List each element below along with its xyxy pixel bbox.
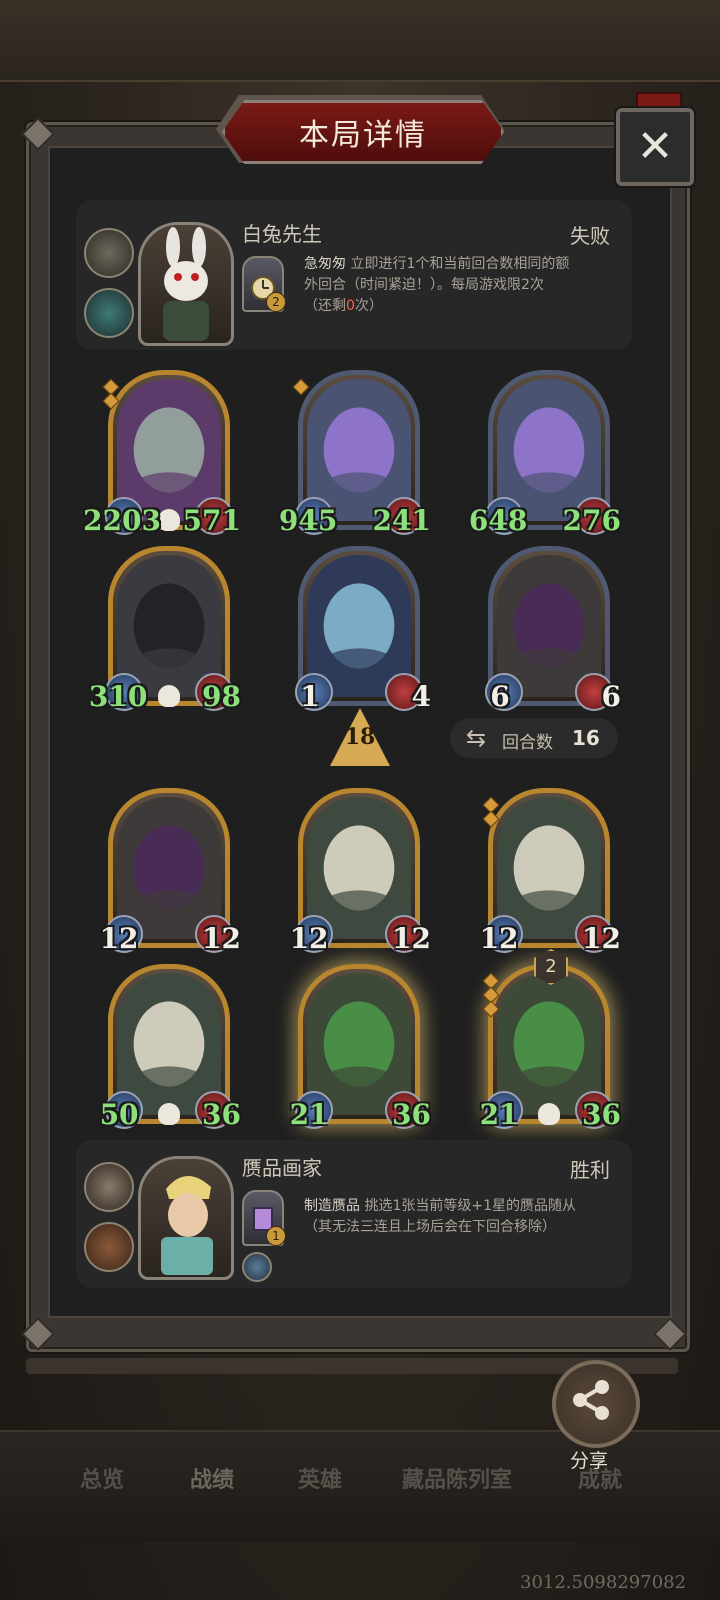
- hero-power-text: 立即进行1个和当前回合数相同的额: [346, 256, 570, 272]
- minion-health: 98: [202, 680, 241, 713]
- skull-icon: [158, 509, 180, 531]
- player-minion-card[interactable]: 12 12: [100, 788, 241, 955]
- trinket-icon[interactable]: [84, 228, 134, 278]
- tab-heroes[interactable]: 英雄: [298, 1462, 342, 1494]
- opponent-name: 白兔先生: [242, 222, 322, 246]
- minion-attack: 21: [289, 1098, 329, 1131]
- page-title: 本局详情: [299, 118, 427, 153]
- hero-power-text: （其无法三连且上场后会在下回合移除）: [304, 1219, 556, 1235]
- minion-health: 36: [392, 1098, 431, 1131]
- hero-power-level: 2: [266, 292, 286, 312]
- player-minion-card[interactable]: 2 21 36: [480, 949, 621, 1131]
- minion-health: 4: [411, 680, 431, 713]
- remaining-count: 0: [346, 298, 355, 314]
- share-icon: [573, 1380, 609, 1420]
- minion-health: 36: [202, 1098, 241, 1131]
- minion-attack: 12: [99, 922, 139, 955]
- close-icon: ✕: [636, 121, 674, 172]
- player-minion-card[interactable]: 21 36: [290, 964, 431, 1131]
- refresh-icon: ⇆: [466, 724, 487, 752]
- tab-records[interactable]: 战绩: [190, 1462, 234, 1494]
- round-value: 16: [572, 726, 600, 750]
- minion-attack: 310: [88, 680, 148, 713]
- opponent-minion-card[interactable]: 2203 571: [83, 370, 241, 537]
- trinket-icon[interactable]: [84, 1162, 134, 1212]
- hero-power-description: 急匆匆 立即进行1个和当前回合数相同的额 外回合（时间紧迫！）。每局游戏限2次 …: [304, 254, 624, 317]
- hero-portrait-painter[interactable]: [138, 1156, 234, 1280]
- minion-health: 12: [202, 922, 241, 955]
- hero-power-text: 外回合（时间紧迫！）。每局游戏限2次: [304, 277, 544, 293]
- minion-health: 571: [182, 504, 241, 537]
- round-label: 回合数: [502, 733, 553, 753]
- minion-attack: 50: [99, 1098, 139, 1131]
- opponent-minion-card[interactable]: 66: [485, 546, 621, 713]
- minion-health: 36: [582, 1098, 621, 1131]
- hero-power-description: 制造赝品 挑选1张当前等级+1星的赝品随从 （其无法三连且上场后会在下回合移除）: [304, 1196, 634, 1238]
- hero-power-level: 1: [266, 1226, 286, 1246]
- share-button[interactable]: [552, 1360, 640, 1448]
- tier-value: 18: [344, 724, 376, 750]
- hero-power-title: 制造赝品: [304, 1198, 360, 1214]
- hero-power-text: 挑选1张当前等级+1星的赝品随从: [360, 1198, 576, 1214]
- minion-health: 12: [392, 922, 431, 955]
- rabbit-art: [163, 227, 209, 341]
- hero-power-text: （还剩: [304, 298, 346, 314]
- skull-icon: [538, 1103, 560, 1125]
- title-banner: 本局详情: [222, 100, 504, 164]
- minion-attack: 12: [479, 922, 519, 955]
- minion-attack: 2203: [83, 504, 161, 537]
- trinket-icon[interactable]: [84, 1222, 134, 1272]
- minion-attack: 21: [479, 1098, 519, 1131]
- minion-attack: 1: [300, 680, 320, 713]
- trinket-icon[interactable]: [84, 288, 134, 338]
- top-bar: [0, 0, 720, 82]
- opponent-minion-card[interactable]: 945 241: [279, 370, 431, 537]
- minion-attack: 945: [278, 504, 338, 537]
- painter-art: [161, 1175, 213, 1275]
- skull-icon: [158, 1103, 180, 1125]
- opponent-minion-card[interactable]: 310 98: [89, 546, 241, 713]
- hero-power-text: 次）: [354, 298, 383, 314]
- player-minion-card[interactable]: 12 12: [480, 788, 621, 955]
- close-button[interactable]: ✕: [616, 108, 694, 186]
- minion-health: 241: [372, 504, 431, 537]
- skull-icon: [158, 685, 180, 707]
- minion-attack: 648: [468, 504, 528, 537]
- player-name: 赝品画家: [242, 1156, 322, 1180]
- hero-power-title: 急匆匆: [304, 256, 346, 272]
- minion-attack: 6: [490, 680, 510, 713]
- coordinate-readout: 3012.5098297082: [520, 1572, 687, 1593]
- minion-health: 12: [582, 922, 621, 955]
- tab-overview[interactable]: 总览: [80, 1462, 124, 1494]
- opponent-minion-card[interactable]: 648 276: [469, 370, 621, 537]
- minion-health: 276: [562, 504, 621, 537]
- sword-icon[interactable]: [242, 1252, 272, 1282]
- opponent-result: 失败: [570, 224, 610, 248]
- share-label: 分享: [570, 1450, 609, 1472]
- tab-collection[interactable]: 藏品陈列室: [402, 1462, 512, 1494]
- player-minion-card[interactable]: 50 36: [100, 964, 241, 1131]
- opponent-minion-card[interactable]: 14: [295, 546, 431, 713]
- minion-health: 6: [601, 680, 621, 713]
- player-result: 胜利: [570, 1158, 610, 1182]
- minion-attack: 12: [289, 922, 329, 955]
- player-minion-card[interactable]: 12 12: [290, 788, 431, 955]
- hero-portrait-rabbit[interactable]: [138, 222, 234, 346]
